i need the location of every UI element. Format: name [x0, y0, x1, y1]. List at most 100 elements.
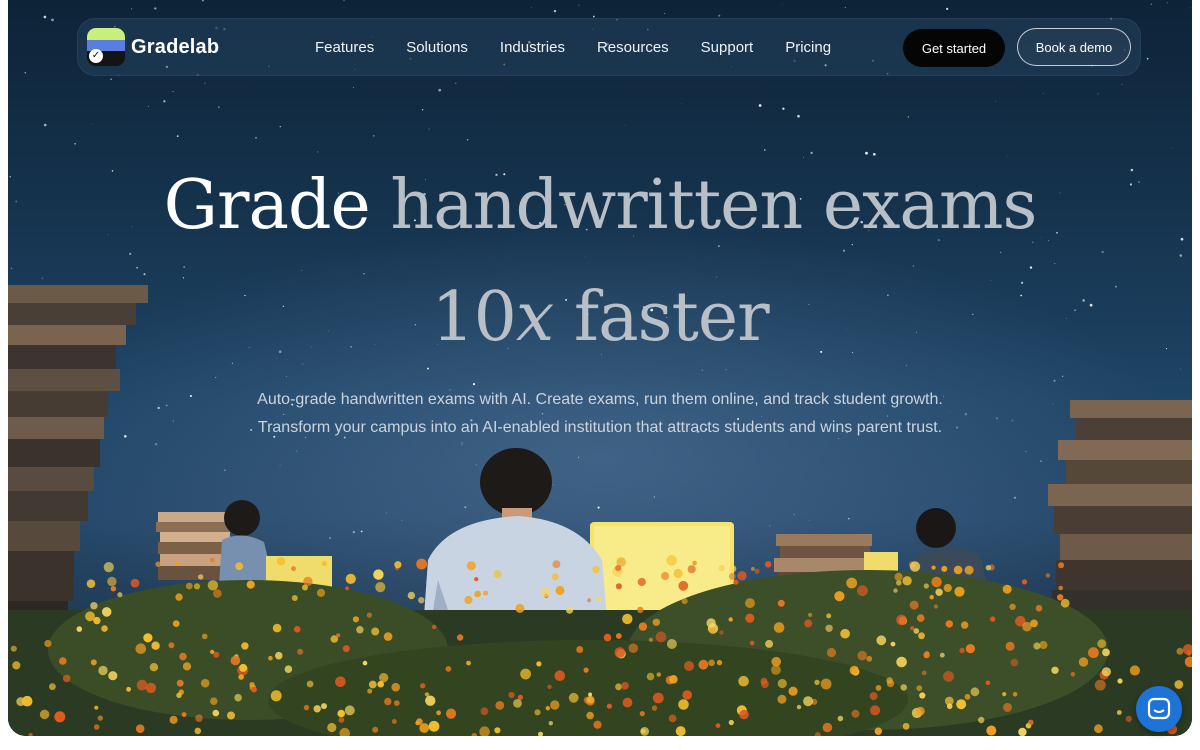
flower: [586, 711, 594, 720]
flower: [978, 716, 985, 724]
flower: [90, 602, 98, 610]
flower: [737, 571, 747, 581]
flower: [335, 676, 346, 688]
flower: [1088, 647, 1099, 659]
flower: [754, 568, 760, 574]
headline-faster: faster: [573, 278, 770, 357]
brand-name: Gradelab: [131, 35, 220, 58]
flower: [566, 606, 574, 614]
flower: [135, 724, 145, 733]
flower: [1094, 679, 1106, 691]
flower: [155, 561, 161, 567]
nav-link-pricing[interactable]: Pricing: [785, 39, 831, 56]
flower: [10, 645, 17, 652]
flower: [293, 626, 301, 633]
flower: [661, 571, 670, 581]
flower: [943, 583, 952, 593]
flower: [297, 648, 304, 655]
flower: [466, 660, 471, 666]
flower: [588, 692, 593, 697]
flower: [876, 635, 887, 646]
flower: [1039, 640, 1048, 650]
get-started-button[interactable]: Get started: [903, 29, 1005, 67]
flower: [62, 674, 71, 683]
flower: [825, 624, 833, 632]
flower: [175, 593, 183, 601]
flower: [130, 578, 140, 588]
flower: [985, 680, 991, 686]
flower: [583, 667, 589, 673]
flower: [666, 555, 677, 566]
flower: [1057, 594, 1064, 601]
flower: [515, 603, 525, 613]
flower: [916, 685, 923, 691]
nav-link-resources[interactable]: Resources: [597, 39, 669, 56]
flower: [276, 557, 286, 566]
flower: [345, 586, 350, 591]
flower: [193, 583, 201, 590]
flower: [98, 665, 108, 676]
flower: [715, 723, 721, 728]
flower: [851, 709, 860, 718]
flower: [241, 642, 249, 650]
flower: [1028, 719, 1034, 726]
flower: [103, 562, 114, 573]
flower: [494, 727, 501, 734]
flower: [372, 726, 379, 733]
flower: [212, 709, 220, 717]
flower: [834, 591, 845, 602]
flower: [371, 627, 380, 636]
flower: [110, 586, 117, 592]
flower: [803, 696, 814, 707]
flower: [587, 598, 592, 603]
flower: [21, 695, 33, 707]
flower: [418, 597, 425, 604]
flower: [425, 695, 436, 706]
flower: [1005, 641, 1015, 651]
book-demo-button[interactable]: Book a demo: [1017, 28, 1131, 66]
flower: [12, 661, 21, 670]
flower: [101, 625, 108, 632]
flower: [238, 674, 244, 680]
flower: [738, 675, 749, 687]
brand-logo[interactable]: ✓ Gradelab: [87, 28, 219, 66]
flower: [554, 670, 566, 681]
flower: [822, 722, 833, 733]
flower: [126, 686, 131, 692]
flower: [568, 692, 579, 703]
flower: [213, 589, 222, 598]
flower: [474, 590, 481, 598]
flower: [637, 577, 646, 587]
flower: [675, 726, 686, 736]
flower: [668, 714, 677, 723]
flower: [716, 659, 723, 666]
flower: [857, 585, 868, 597]
flower: [656, 672, 661, 677]
flower: [946, 703, 953, 710]
flower: [513, 699, 522, 708]
flower: [953, 565, 963, 575]
flower: [379, 673, 389, 683]
flower: [1058, 562, 1065, 569]
flower: [432, 624, 437, 630]
flower: [303, 704, 310, 711]
flower: [272, 623, 282, 633]
flower: [614, 647, 626, 658]
flower: [483, 590, 489, 596]
nav-link-solutions[interactable]: Solutions: [406, 39, 468, 56]
nav-link-support[interactable]: Support: [701, 39, 754, 56]
flower: [771, 656, 781, 667]
flower: [338, 717, 345, 723]
flower: [136, 679, 148, 691]
nav-link-features[interactable]: Features: [315, 39, 374, 56]
nav-link-industries[interactable]: Industries: [500, 39, 565, 56]
headline-handwritten-exams: handwritten exams: [390, 166, 1037, 245]
flower: [692, 560, 697, 566]
flower: [321, 560, 327, 567]
flower: [94, 705, 99, 710]
flower: [182, 662, 192, 671]
flower: [375, 582, 386, 593]
chat-launcher-button[interactable]: [1136, 686, 1182, 732]
flower: [1002, 584, 1012, 594]
flower: [366, 612, 372, 618]
